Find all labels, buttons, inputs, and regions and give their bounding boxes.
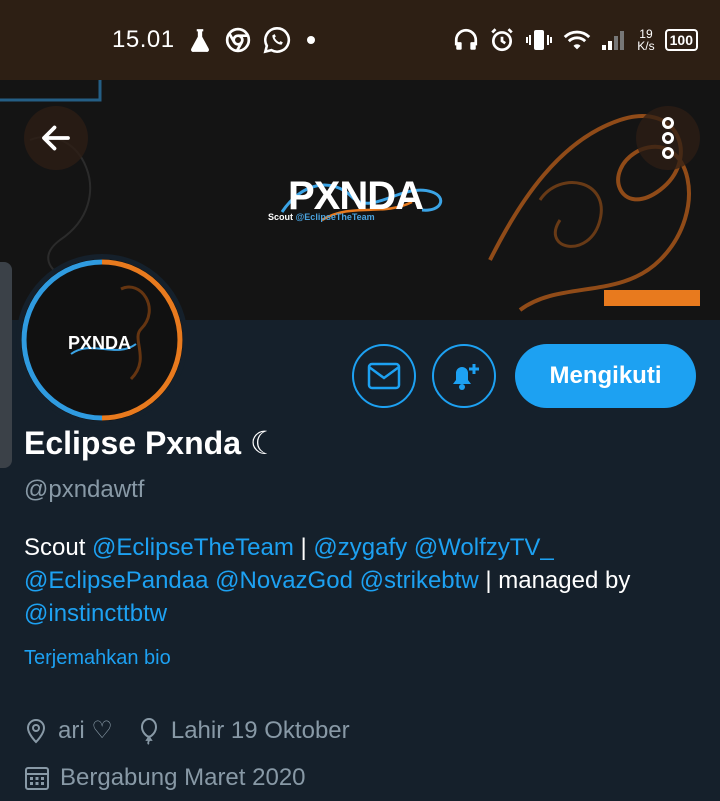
profile-bio: Scout @EclipseTheTeam | @zygafy @WolfzyT… xyxy=(24,531,704,630)
username-handle: @pxndawtf xyxy=(24,476,145,503)
profile-meta-row: ari ♡ Lahir 19 Oktober xyxy=(24,716,350,745)
message-button[interactable] xyxy=(352,344,416,408)
arrow-left-icon xyxy=(42,125,70,151)
bio-text: | xyxy=(293,534,314,561)
location-pin-icon xyxy=(26,718,46,743)
alarm-icon xyxy=(489,27,515,53)
envelope-icon xyxy=(367,362,401,390)
banner-logo: PXNDA Scout @EclipseTheTeam xyxy=(262,172,462,232)
status-bar: 15.01 19 K/s 100 xyxy=(0,0,720,80)
mention-link[interactable]: @NovazGod xyxy=(215,567,353,594)
avatar[interactable]: PXNDA xyxy=(16,254,188,426)
translate-bio-link[interactable]: Terjemahkan bio xyxy=(24,647,171,670)
display-name: Eclipse Pxnda ☾ xyxy=(24,425,279,461)
clock: 15.01 xyxy=(112,26,175,53)
more-options-button[interactable] xyxy=(636,106,700,170)
battery-indicator: 100 xyxy=(664,29,698,51)
mention-link[interactable]: @strikebtw xyxy=(360,567,479,594)
joined-text: Bergabung Maret 2020 xyxy=(60,764,306,791)
banner-tagline: Scout @EclipseTheTeam xyxy=(268,212,375,222)
edge-panel-handle[interactable] xyxy=(0,262,12,468)
birthday-text: Lahir 19 Oktober xyxy=(170,716,350,744)
mention-link[interactable]: @WolfzyTV_ xyxy=(414,534,554,561)
mention-link[interactable]: @instincttbtw xyxy=(24,600,167,627)
mention-link[interactable]: @EclipseTheTeam xyxy=(92,534,294,561)
back-button[interactable] xyxy=(24,106,88,170)
joined-date: Bergabung Maret 2020 xyxy=(24,764,306,792)
mention-link[interactable]: @EclipsePandaa xyxy=(24,567,208,594)
flask-icon xyxy=(187,27,213,53)
calendar-icon xyxy=(25,767,49,790)
signal-icon xyxy=(601,29,627,51)
bio-text xyxy=(353,567,360,594)
birthday: Lahir 19 Oktober xyxy=(137,717,350,745)
headphones-icon xyxy=(453,27,479,53)
bell-plus-icon xyxy=(453,364,479,390)
wifi-icon xyxy=(563,28,591,52)
avatar-image: PXNDA xyxy=(21,259,183,421)
location: ari ♡ xyxy=(24,716,113,745)
balloon-icon xyxy=(140,717,157,745)
location-text: ari ♡ xyxy=(58,717,113,744)
whatsapp-icon xyxy=(263,26,291,54)
avatar-brand: PXNDA xyxy=(68,333,132,353)
bio-text: | managed by xyxy=(478,567,631,594)
notify-button[interactable] xyxy=(432,344,496,408)
bio-text: Scout xyxy=(24,534,93,561)
network-speed: 19 K/s xyxy=(637,27,655,53)
dot-icon xyxy=(303,32,319,48)
chrome-icon xyxy=(225,27,251,53)
bio-text xyxy=(407,534,414,561)
more-vertical-icon xyxy=(662,117,674,159)
vibrate-icon xyxy=(525,27,553,53)
following-button[interactable]: Mengikuti xyxy=(515,344,696,408)
mention-link[interactable]: @zygafy xyxy=(313,534,407,561)
